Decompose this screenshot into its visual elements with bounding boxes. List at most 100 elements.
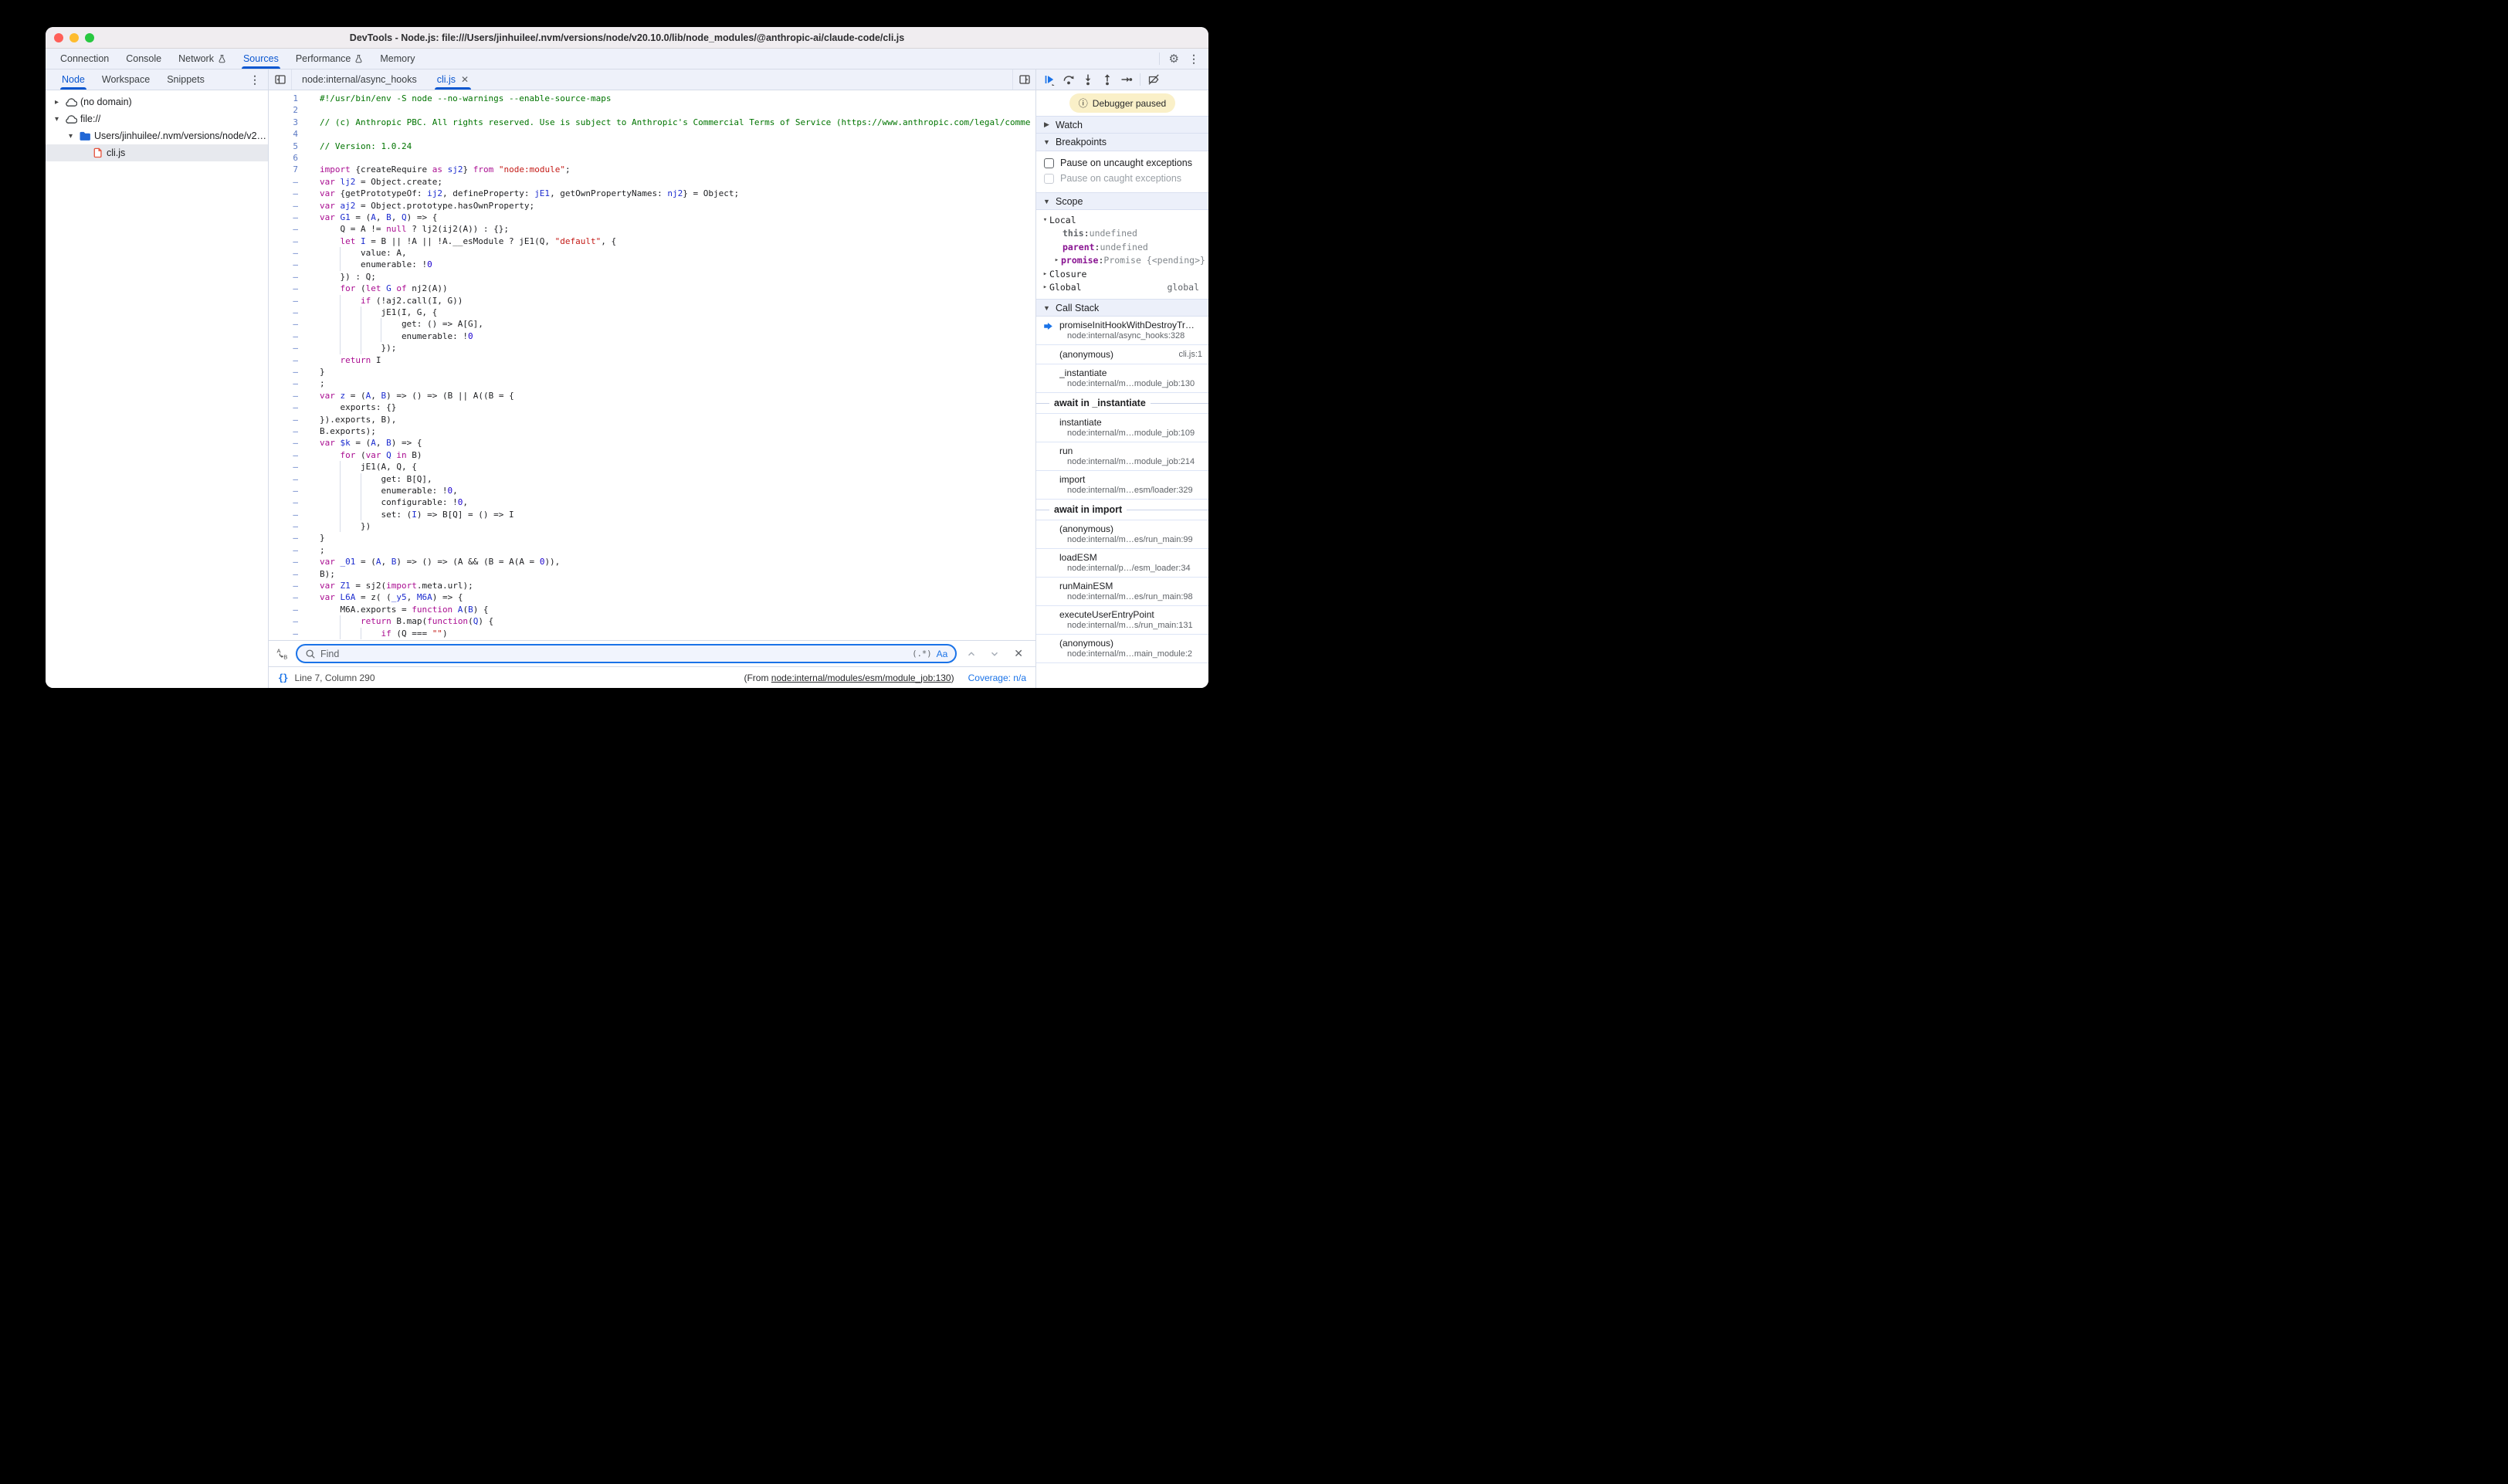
toggle-replace-icon[interactable]: AB <box>276 647 290 660</box>
scope-group-global[interactable]: ▸Globalglobal <box>1036 281 1208 295</box>
line-number[interactable]: – <box>269 176 309 188</box>
line-number[interactable]: – <box>269 604 309 615</box>
section-call-stack[interactable]: ▼ Call Stack <box>1036 299 1208 317</box>
call-stack-frame-import[interactable]: importnode:internal/m…esm/loader:329 <box>1036 471 1208 500</box>
line-number[interactable]: – <box>269 414 309 425</box>
step-out-icon[interactable] <box>1101 73 1113 86</box>
more-options-icon[interactable]: ⋮ <box>1188 53 1199 66</box>
close-find-bar-icon[interactable]: ✕ <box>1009 647 1028 660</box>
deactivate-breakpoints-icon[interactable] <box>1147 73 1160 86</box>
scope-expander-icon[interactable]: ▾ <box>1041 216 1049 224</box>
line-number[interactable]: – <box>269 556 309 568</box>
pretty-print-icon[interactable]: {} <box>278 673 287 683</box>
call-stack-frame-anonymous[interactable]: (anonymous)node:internal/m…es/run_main:9… <box>1036 520 1208 549</box>
match-case-toggle-icon[interactable]: Aa <box>937 649 948 659</box>
resume-script-icon[interactable] <box>1043 73 1056 86</box>
scope-expander-icon[interactable]: ▸ <box>1041 270 1049 278</box>
editor-tab-cli-js[interactable]: cli.js✕ <box>427 69 479 90</box>
breakpoint-option-pause-on-uncaught-exceptions[interactable]: Pause on uncaught exceptions <box>1036 155 1208 171</box>
scope-group-local[interactable]: ▾Local <box>1036 213 1208 227</box>
line-number[interactable]: 1 <box>269 93 309 104</box>
section-watch[interactable]: ▶ Watch <box>1036 116 1208 134</box>
tree-item-no-domain[interactable]: ▸(no domain) <box>46 93 268 110</box>
line-number[interactable]: – <box>269 591 309 603</box>
line-number[interactable]: – <box>269 307 309 318</box>
zoom-window-button[interactable] <box>85 33 94 42</box>
line-number[interactable]: – <box>269 449 309 461</box>
step-icon[interactable] <box>1120 73 1133 86</box>
line-number[interactable]: – <box>269 390 309 401</box>
line-number[interactable]: – <box>269 628 309 639</box>
line-number[interactable]: – <box>269 520 309 532</box>
settings-gear-icon[interactable]: ⚙ <box>1169 52 1179 66</box>
line-number[interactable]: – <box>269 342 309 354</box>
navigator-tab-workspace[interactable]: Workspace <box>93 69 158 90</box>
call-stack-frame-runmainesm[interactable]: runMainESMnode:internal/m…es/run_main:98 <box>1036 578 1208 606</box>
source-map-link[interactable]: node:internal/modules/esm/module_job:130 <box>771 673 951 683</box>
call-stack-frame-anonymous[interactable]: (anonymous)node:internal/m…main_module:2 <box>1036 635 1208 663</box>
line-number[interactable]: – <box>269 271 309 283</box>
line-number[interactable]: – <box>269 425 309 437</box>
source-code-viewer[interactable]: 1#!/usr/bin/env -S node --no-warnings --… <box>269 90 1035 640</box>
line-number[interactable]: – <box>269 532 309 544</box>
tree-expander-icon[interactable]: ▾ <box>66 132 76 141</box>
scope-variable-parent[interactable]: parent: undefined <box>1036 240 1208 254</box>
line-number[interactable]: – <box>269 223 309 235</box>
line-number[interactable]: – <box>269 212 309 223</box>
checkbox[interactable] <box>1044 158 1054 168</box>
navigator-tab-node[interactable]: Node <box>53 69 93 90</box>
find-input[interactable] <box>320 649 907 659</box>
tab-memory[interactable]: Memory <box>371 49 423 69</box>
line-number[interactable]: – <box>269 330 309 342</box>
find-previous-icon[interactable] <box>963 649 980 659</box>
line-number[interactable]: – <box>269 401 309 413</box>
line-number[interactable]: – <box>269 354 309 366</box>
variable-expander-icon[interactable]: ▸ <box>1052 256 1061 264</box>
line-number[interactable]: – <box>269 615 309 627</box>
close-window-button[interactable] <box>54 33 63 42</box>
tab-sources[interactable]: Sources <box>235 49 287 69</box>
line-number[interactable]: 6 <box>269 152 309 164</box>
tab-performance[interactable]: Performance <box>287 49 372 69</box>
close-tab-icon[interactable]: ✕ <box>461 74 469 85</box>
line-number[interactable]: – <box>269 378 309 389</box>
scope-variable-promise[interactable]: ▸promise: Promise {<pending>} <box>1036 254 1208 268</box>
call-stack-frame-anonymous[interactable]: (anonymous)cli.js:1 <box>1036 345 1208 364</box>
line-number[interactable]: – <box>269 496 309 508</box>
toggle-navigator-icon[interactable] <box>269 69 292 90</box>
call-stack-frame-executeuserentrypoint[interactable]: executeUserEntryPointnode:internal/m…s/r… <box>1036 606 1208 635</box>
tab-connection[interactable]: Connection <box>52 49 117 69</box>
line-number[interactable]: – <box>269 200 309 212</box>
line-number[interactable]: – <box>269 295 309 307</box>
line-number[interactable]: – <box>269 437 309 449</box>
line-number[interactable]: 4 <box>269 128 309 140</box>
line-number[interactable]: – <box>269 188 309 199</box>
tree-expander-icon[interactable]: ▾ <box>52 115 62 124</box>
scope-expander-icon[interactable]: ▸ <box>1041 283 1049 291</box>
line-number[interactable]: – <box>269 485 309 496</box>
tab-network[interactable]: Network <box>170 49 235 69</box>
editor-tab-node-internal-async-hooks[interactable]: node:internal/async_hooks <box>292 69 427 90</box>
call-stack-frame-instantiate[interactable]: _instantiatenode:internal/m…module_job:1… <box>1036 364 1208 393</box>
breakpoint-option-pause-on-caught-exceptions[interactable]: Pause on caught exceptions <box>1036 171 1208 186</box>
tree-item-file[interactable]: ▾file:// <box>46 110 268 127</box>
line-number[interactable]: 5 <box>269 141 309 152</box>
line-number[interactable]: – <box>269 235 309 247</box>
coverage-link[interactable]: Coverage: n/a <box>968 673 1026 683</box>
line-number[interactable]: – <box>269 283 309 294</box>
scope-variable-this[interactable]: this: undefined <box>1036 227 1208 241</box>
line-number[interactable]: – <box>269 580 309 591</box>
minimize-window-button[interactable] <box>69 33 79 42</box>
section-breakpoints[interactable]: ▼ Breakpoints <box>1036 134 1208 151</box>
line-number[interactable]: – <box>269 568 309 580</box>
line-number[interactable]: – <box>269 509 309 520</box>
line-number[interactable]: – <box>269 461 309 473</box>
step-over-icon[interactable] <box>1063 73 1075 86</box>
line-number[interactable]: – <box>269 318 309 330</box>
call-stack-frame-promiseinithookwithdestroytr[interactable]: promiseInitHookWithDestroyTr…node:intern… <box>1036 317 1208 345</box>
line-number[interactable]: 2 <box>269 104 309 116</box>
toggle-debugger-sidebar-icon[interactable] <box>1012 69 1035 90</box>
line-number[interactable]: – <box>269 366 309 378</box>
regex-toggle-icon[interactable]: (.*) <box>912 649 931 659</box>
line-number[interactable]: – <box>269 247 309 259</box>
